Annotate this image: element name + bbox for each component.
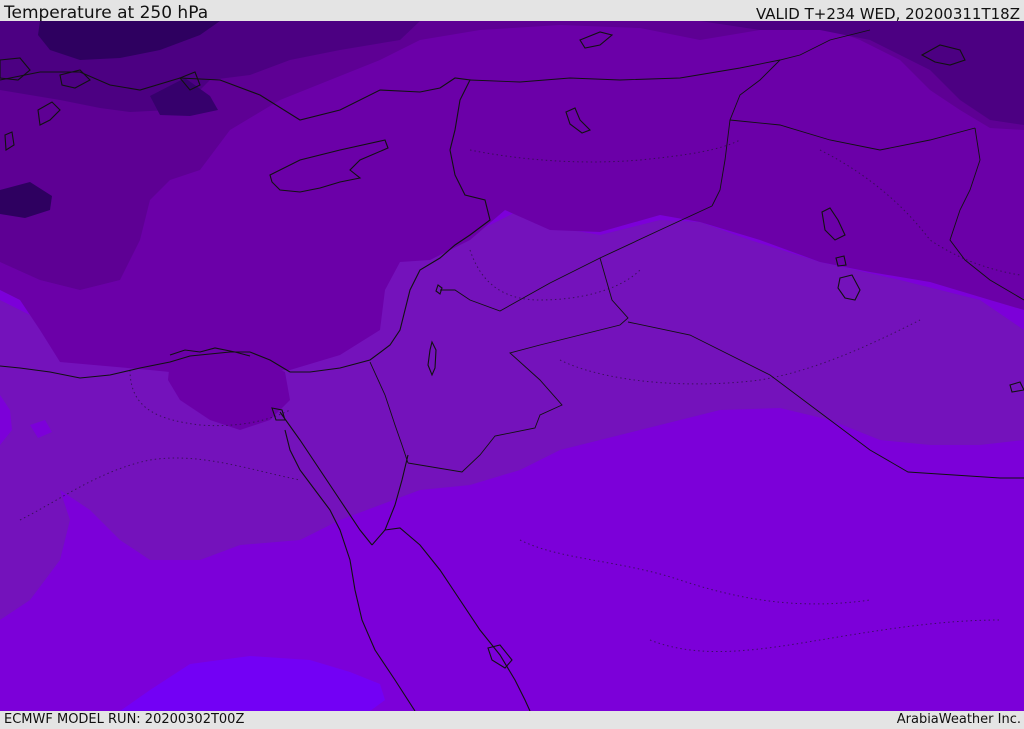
- credit-label: ArabiaWeather Inc.: [896, 712, 1021, 727]
- header-bar: Temperature at 250 hPa VALID T+234 WED, …: [0, 0, 1024, 23]
- map-title: Temperature at 250 hPa: [4, 3, 209, 23]
- model-run-label: ECMWF MODEL RUN: 20200302T00Z: [4, 712, 245, 727]
- footer-bar: ECMWF MODEL RUN: 20200302T00Z ArabiaWeat…: [0, 711, 1024, 729]
- map-canvas: [0, 21, 1024, 711]
- temperature-map[interactable]: [0, 21, 1024, 711]
